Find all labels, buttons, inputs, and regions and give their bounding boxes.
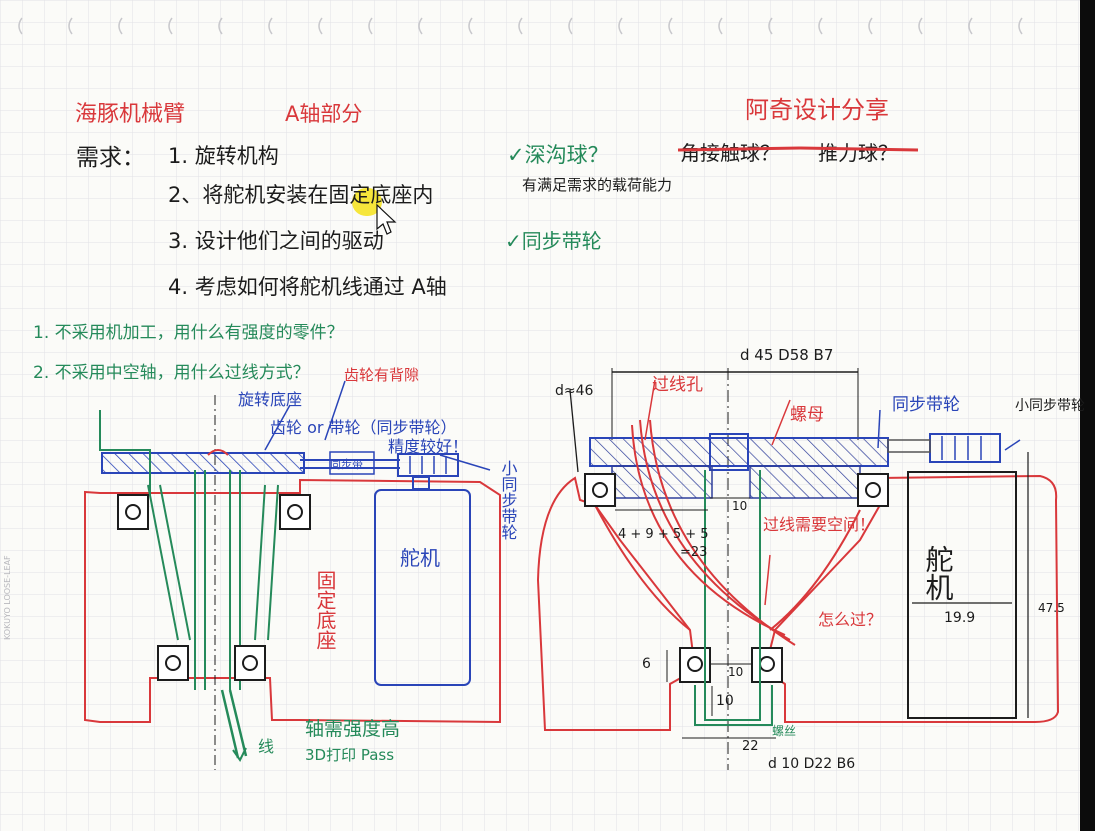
strike-thrust xyxy=(799,146,919,152)
drive-choice: ✓同步带轮 xyxy=(505,229,602,253)
label-print-note: 3D打印 Pass xyxy=(305,746,394,764)
label-sync-pulley: 同步带轮 xyxy=(892,395,960,415)
question-2: 2. 不采用中空轴，用什么过线方式？ xyxy=(33,363,310,383)
label-shaft-note: 轴需强度高 xyxy=(305,718,400,740)
label-servo-right: 舵机 xyxy=(922,545,955,601)
label-nut: 螺母 xyxy=(790,405,824,425)
label-gear-or-pulley: 齿轮 or 带轮（同步带轮） xyxy=(270,418,457,437)
title-right: 阿奇设计分享 xyxy=(745,96,889,124)
label-wire-hole: 过线孔 xyxy=(652,375,703,395)
title-left: 海豚机械臂 xyxy=(75,102,185,127)
dim-19-9: 19.9 xyxy=(944,610,975,626)
dim-top: d 45 D58 B7 xyxy=(740,346,833,364)
label-how-wire: 怎么过？ xyxy=(818,610,882,629)
dim-d: d≈46 xyxy=(555,383,594,399)
dim-sum: 4 + 9 + 5 + 5 xyxy=(618,527,709,542)
dim-47-5: 47.5 xyxy=(1038,601,1065,615)
strike-angular xyxy=(677,146,801,152)
dim-10-top: 10 xyxy=(732,499,747,513)
notebook-page: KOKUYO LOOSE-LEAF 海豚机械臂 A轴部分 阿奇设计分享 需求： … xyxy=(0,0,1095,831)
label-sync-belt: 同步带 xyxy=(330,458,363,471)
label-precision: 精度较好！ xyxy=(388,437,468,456)
requirements-label: 需求： xyxy=(76,145,145,171)
dim-6: 6 xyxy=(642,656,651,672)
label-servo-left: 舵机 xyxy=(400,546,440,570)
title-part: A轴部分 xyxy=(285,102,362,126)
label-small-pulley-right: 小同步带轮 xyxy=(1015,398,1085,414)
dim-total: =23 xyxy=(680,545,707,560)
bearing-deep-groove: ✓深沟球？ xyxy=(507,143,609,167)
label-wire: 线 xyxy=(258,737,274,756)
label-fixed-base: 固定底座 xyxy=(313,570,337,650)
dim-10-mid: 10 xyxy=(728,665,743,679)
requirement-3: 3. 设计他们之间的驱动 xyxy=(168,229,384,253)
bearing-thrust: 推力球？ xyxy=(818,141,898,165)
label-rotating-base: 旋转底座 xyxy=(238,390,302,409)
requirement-2: 2、将舵机安装在固定底座内 xyxy=(168,183,433,207)
question-1: 1. 不采用机加工，用什么有强度的零件？ xyxy=(33,323,344,343)
dim-10-bottom: 10 xyxy=(716,693,734,709)
page-margin-brand: KOKUYO LOOSE-LEAF xyxy=(3,555,12,640)
requirement-4: 4. 考虑如何将舵机线通过 A轴 xyxy=(168,275,447,299)
bearing-note: 有满足需求的载荷能力 xyxy=(522,176,672,194)
label-gear-gap: 齿轮有背隙 xyxy=(344,366,419,384)
dim-22: 22 xyxy=(742,739,759,754)
bearing-angular-contact: 角接触球？ xyxy=(680,141,780,165)
requirement-1: 1. 旋转机构 xyxy=(168,144,279,168)
dim-bearing-bottom: d 10 D22 B6 xyxy=(768,756,855,772)
label-small-pulley: 小同步带轮 xyxy=(499,460,518,540)
label-wire-space: 过线需要空间！ xyxy=(763,515,875,534)
screen: KOKUYO LOOSE-LEAF 海豚机械臂 A轴部分 阿奇设计分享 需求： … xyxy=(0,0,1095,831)
label-screw: 螺丝 xyxy=(772,724,796,738)
